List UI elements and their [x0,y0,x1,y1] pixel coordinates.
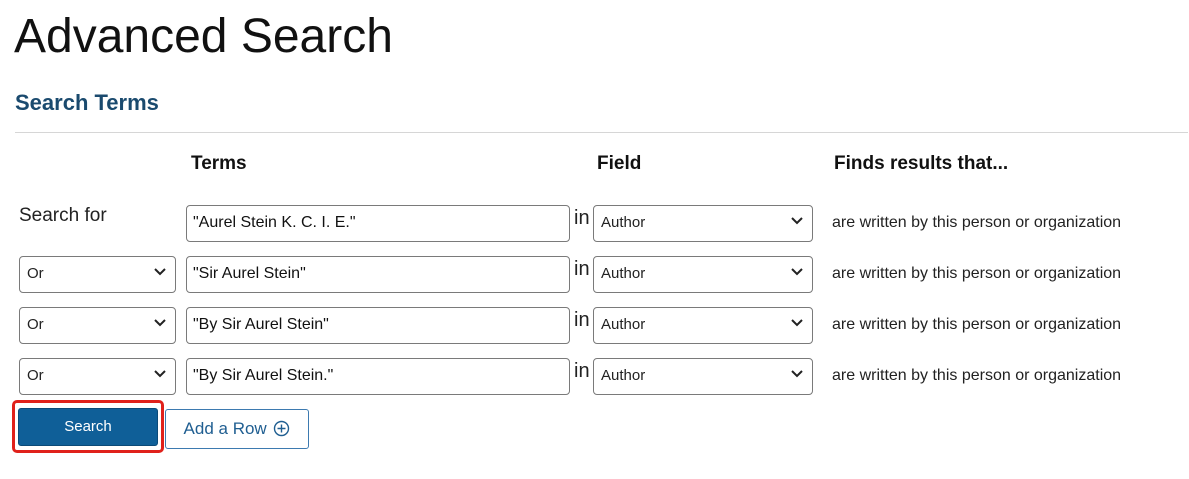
field-select-1[interactable]: Author [593,205,813,242]
finds-description-2: are written by this person or organizati… [832,265,1122,282]
operator-select-4[interactable]: Or [19,358,176,395]
chevron-down-icon [791,268,803,276]
term-input-3[interactable]: "By Sir Aurel Stein" [186,307,570,344]
page-title: Advanced Search [14,10,393,63]
search-button[interactable]: Search [18,408,158,446]
finds-description-3: are written by this person or organizati… [832,316,1122,333]
plus-circle-icon [274,420,290,437]
add-row-button[interactable]: Add a Row [165,409,309,449]
operator-select-value: Or [27,316,44,333]
field-select-value: Author [601,214,646,231]
term-input-1[interactable]: "Aurel Stein K. C. I. E." [186,205,570,242]
finds-description-4: are written by this person or organizati… [832,367,1122,384]
divider [15,132,1188,133]
operator-select-value: Or [27,265,44,282]
in-label: in [574,309,590,331]
field-select-2[interactable]: Author [593,256,813,293]
chevron-down-icon [791,370,803,378]
chevron-down-icon [154,370,166,378]
field-select-value: Author [601,367,646,384]
chevron-down-icon [791,217,803,225]
add-row-label: Add a Row [183,419,267,438]
terms-column-header: Terms [191,153,247,174]
term-input-2[interactable]: "Sir Aurel Stein" [186,256,570,293]
field-select-value: Author [601,265,646,282]
field-select-4[interactable]: Author [593,358,813,395]
field-column-header: Field [597,153,642,174]
operator-select-value: Or [27,367,44,384]
finds-column-header: Finds results that... [834,153,1009,174]
chevron-down-icon [154,268,166,276]
field-select-value: Author [601,316,646,333]
operator-select-2[interactable]: Or [19,256,176,293]
section-title: Search Terms [15,90,159,115]
in-label: in [574,360,590,382]
in-label: in [574,258,590,280]
operator-select-3[interactable]: Or [19,307,176,344]
in-label: in [574,207,590,229]
term-input-4[interactable]: "By Sir Aurel Stein." [186,358,570,395]
field-select-3[interactable]: Author [593,307,813,344]
search-for-label: Search for [19,205,107,226]
chevron-down-icon [154,319,166,327]
chevron-down-icon [791,319,803,327]
finds-description-1: are written by this person or organizati… [832,214,1122,231]
